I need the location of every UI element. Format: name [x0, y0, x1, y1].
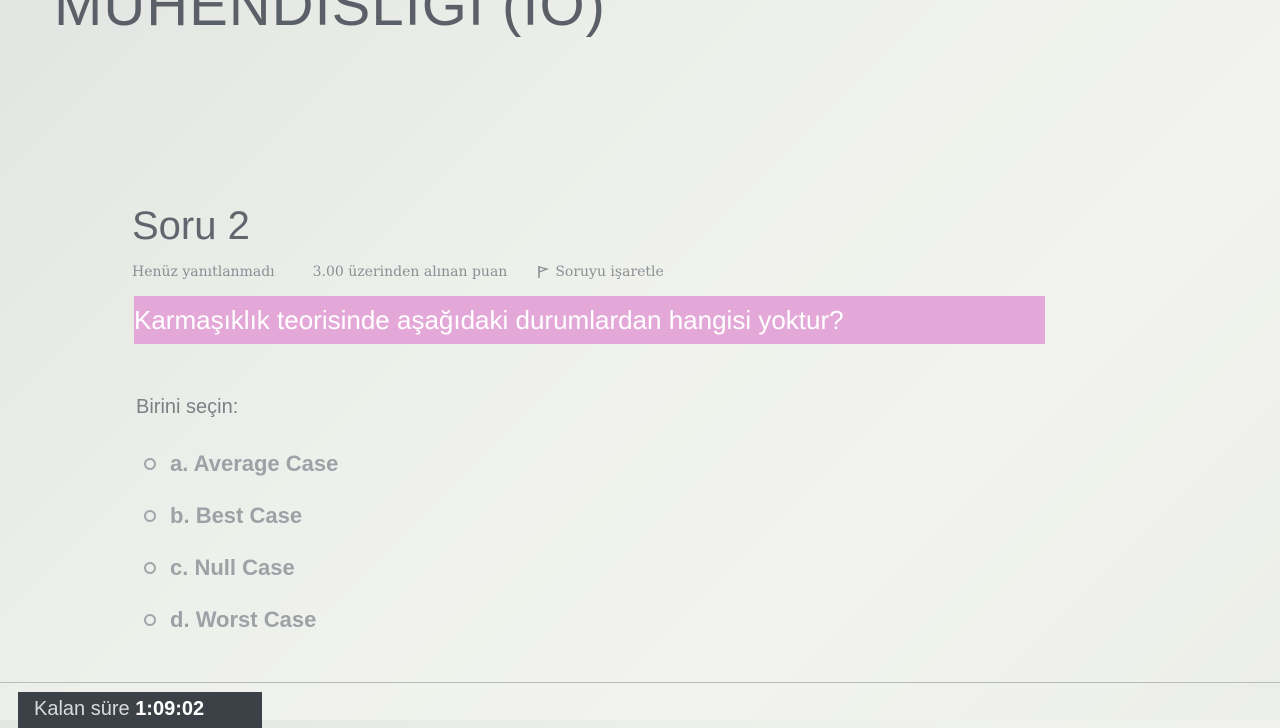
course-title: MÜHENDİSLİĞİ (İÖ) — [54, 0, 606, 38]
answer-letter: d. — [170, 607, 190, 632]
timer-label: Kalan süre — [34, 698, 130, 720]
footer-divider — [0, 682, 1280, 683]
question-status: Henüz yanıtlanmadı — [132, 264, 275, 280]
answer-text: Average Case — [193, 451, 339, 476]
radio-button[interactable] — [144, 614, 156, 626]
flag-question-link[interactable]: Soruyu işaretle — [537, 264, 664, 280]
question-text: Karmaşıklık teorisinde aşağıdaki durumla… — [134, 296, 1045, 344]
answer-option-a[interactable]: a. Average Case — [144, 438, 338, 490]
answer-option-c[interactable]: c. Null Case — [144, 542, 338, 594]
radio-button[interactable] — [144, 510, 156, 522]
answer-letter: c. — [170, 555, 189, 580]
radio-button[interactable] — [144, 458, 156, 470]
question-info: Soru 2 Henüz yanıtlanmadı 3.00 üzerinden… — [132, 198, 1092, 280]
timer-value: 1:09:02 — [135, 698, 205, 720]
answer-label: c. Null Case — [170, 555, 295, 581]
answer-letter: a. — [170, 451, 189, 476]
answer-option-b[interactable]: b. Best Case — [144, 490, 338, 542]
answer-text: Worst Case — [195, 607, 317, 632]
flag-question-label: Soruyu işaretle — [555, 264, 664, 280]
question-meta: Henüz yanıtlanmadı 3.00 üzerinden alınan… — [132, 264, 1092, 280]
answer-text: Best Case — [195, 503, 303, 528]
answer-option-d[interactable]: d. Worst Case — [144, 594, 338, 646]
answer-label: d. Worst Case — [170, 607, 316, 633]
time-remaining: Kalan süre 1:09:02 — [18, 692, 262, 728]
answer-label: b. Best Case — [170, 503, 302, 529]
answer-list: a. Average Case b. Best Case c. Null Cas… — [144, 438, 338, 646]
answer-prompt: Birini seçin: — [136, 396, 239, 418]
answer-text: Null Case — [194, 555, 295, 580]
radio-button[interactable] — [144, 562, 156, 574]
question-points: 3.00 üzerinden alınan puan — [312, 264, 508, 280]
answer-label: a. Average Case — [170, 451, 338, 477]
answer-letter: b. — [170, 503, 190, 528]
question-number: Soru 2 — [132, 204, 250, 248]
flag-icon — [537, 265, 550, 279]
